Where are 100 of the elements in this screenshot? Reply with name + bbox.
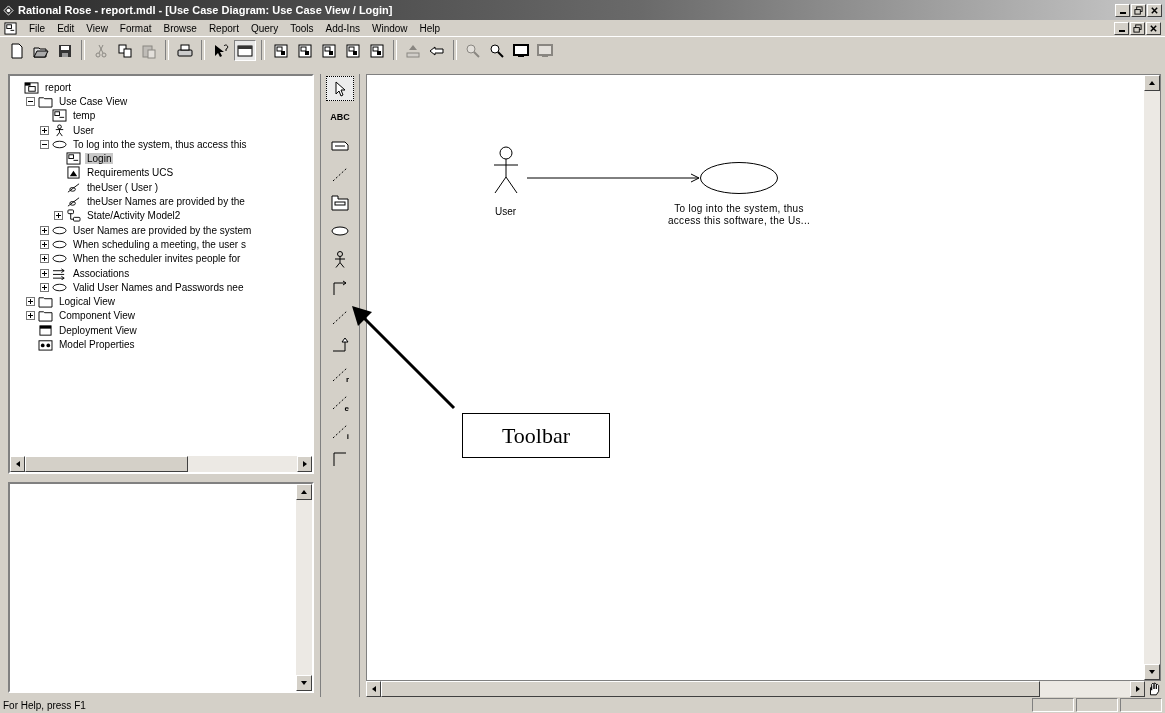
scroll-button[interactable] bbox=[1144, 664, 1160, 680]
folder-icon bbox=[38, 94, 53, 108]
tree-item[interactable]: report bbox=[43, 81, 74, 93]
use-case-oval[interactable] bbox=[699, 161, 779, 195]
documentation-field[interactable] bbox=[8, 482, 314, 693]
document-menu-icon[interactable] bbox=[4, 21, 17, 35]
tool-button[interactable] bbox=[326, 76, 354, 101]
vertical-scrollbar[interactable] bbox=[1144, 75, 1160, 680]
scroll-button[interactable] bbox=[1144, 75, 1160, 91]
triangle-right-icon bbox=[1134, 686, 1141, 692]
hand-icon[interactable] bbox=[1147, 682, 1161, 696]
tree-item[interactable]: Login bbox=[85, 153, 114, 165]
menu-item[interactable]: Report bbox=[202, 22, 245, 34]
horizontal-scrollbar[interactable] bbox=[366, 681, 1161, 697]
window-icon bbox=[38, 323, 53, 337]
monitor-icon bbox=[537, 42, 553, 59]
minimize-button[interactable] bbox=[1114, 21, 1129, 35]
tree-item[interactable]: State/Activity Model2 bbox=[85, 210, 183, 222]
close-icon bbox=[1150, 5, 1159, 15]
tree-item[interactable]: Deployment View bbox=[57, 324, 139, 336]
scroll-button[interactable] bbox=[10, 456, 25, 472]
expand-toggle[interactable] bbox=[54, 211, 63, 221]
close-button[interactable] bbox=[1146, 21, 1161, 35]
menu-item[interactable]: Edit bbox=[51, 22, 81, 34]
triangle-right-icon bbox=[301, 461, 308, 467]
menu-item[interactable]: Format bbox=[113, 22, 158, 34]
folder-icon bbox=[330, 192, 350, 213]
tree-item[interactable]: Use Case View bbox=[57, 95, 130, 107]
menu-item[interactable]: Help bbox=[413, 22, 447, 34]
magnifier-icon bbox=[489, 42, 505, 59]
triangle-left-icon bbox=[370, 686, 377, 692]
triangle-down-icon bbox=[1149, 669, 1155, 675]
folder-icon bbox=[38, 309, 53, 323]
triangle-down-icon bbox=[301, 680, 307, 686]
tree-item[interactable]: theUser ( User ) bbox=[85, 181, 161, 193]
menu-item[interactable]: Query bbox=[244, 22, 285, 34]
tree-item[interactable]: theUser Names are provided by the bbox=[85, 196, 247, 207]
help-pointer-icon bbox=[213, 42, 229, 59]
expand-toggle[interactable] bbox=[26, 311, 35, 321]
tree-item[interactable]: Associations bbox=[71, 267, 132, 279]
tree-item[interactable]: Valid User Names and Passwords nee bbox=[71, 281, 246, 293]
callout-label: Toolbar bbox=[462, 413, 610, 458]
restore-icon bbox=[1134, 5, 1143, 15]
scroll-button[interactable] bbox=[297, 456, 312, 472]
collapse-toggle[interactable] bbox=[40, 139, 49, 149]
document-icon bbox=[66, 166, 81, 180]
tree-item[interactable]: When the scheduler invites people for bbox=[71, 253, 243, 265]
close-icon bbox=[1149, 23, 1158, 33]
folder-icon bbox=[38, 295, 53, 309]
actor-label: User bbox=[495, 206, 517, 217]
expand-toggle[interactable] bbox=[40, 225, 49, 235]
monitor-icon bbox=[513, 42, 529, 59]
menu-item[interactable]: Add-Ins bbox=[319, 22, 366, 34]
vertical-scrollbar[interactable] bbox=[296, 484, 312, 691]
tree-item[interactable]: To log into the system, thus access this bbox=[71, 138, 249, 150]
tree-item[interactable]: User bbox=[71, 124, 97, 136]
printer-icon bbox=[177, 42, 193, 59]
toolbar-button[interactable] bbox=[234, 40, 256, 61]
collapse-toggle[interactable] bbox=[26, 96, 35, 106]
scroll-button[interactable] bbox=[296, 484, 312, 500]
expand-toggle[interactable] bbox=[40, 239, 49, 249]
menu-item[interactable]: Browse bbox=[157, 22, 203, 34]
triangle-up-icon bbox=[1149, 80, 1155, 86]
scroll-button[interactable] bbox=[1130, 681, 1145, 697]
association-arrow[interactable] bbox=[527, 172, 701, 184]
rose-icon bbox=[3, 4, 14, 16]
minimize-button[interactable] bbox=[1115, 3, 1130, 17]
expand-toggle[interactable] bbox=[26, 297, 35, 307]
scroll-button[interactable] bbox=[366, 681, 381, 697]
close-button[interactable] bbox=[1147, 3, 1162, 17]
tree-item[interactable]: When scheduling a meeting, the user s bbox=[71, 238, 248, 250]
triangle-up-icon bbox=[301, 489, 307, 495]
status-panel bbox=[1120, 698, 1162, 712]
status-panel bbox=[1032, 698, 1074, 712]
use-case-label: To log into the system, thus access this software, the Us... bbox=[666, 203, 812, 227]
tree-item[interactable]: Requirements UCS bbox=[85, 167, 176, 179]
copy-icon bbox=[117, 42, 133, 59]
horizontal-scrollbar[interactable] bbox=[10, 456, 312, 472]
expand-toggle[interactable] bbox=[40, 254, 49, 264]
menu-item[interactable]: File bbox=[23, 22, 52, 34]
link-icon bbox=[66, 195, 81, 208]
menu-item[interactable]: Tools bbox=[284, 22, 320, 34]
window-title: Rational Rose - report.mdl - [Use Case Diagram: Use Case View / Login] bbox=[18, 4, 394, 16]
expand-toggle[interactable] bbox=[40, 125, 49, 135]
status-text: For Help, press F1 bbox=[3, 699, 86, 711]
link-icon bbox=[66, 180, 81, 194]
tree-item[interactable]: Logical View bbox=[57, 296, 117, 308]
expand-toggle[interactable] bbox=[40, 268, 49, 278]
menu-item[interactable]: View bbox=[80, 22, 114, 34]
scroll-button[interactable] bbox=[296, 675, 312, 691]
clipboard-icon bbox=[141, 42, 157, 59]
tree-item[interactable]: User Names are provided by the system bbox=[71, 224, 254, 236]
menu-item[interactable]: Window bbox=[365, 22, 414, 34]
restore-button[interactable] bbox=[1131, 3, 1146, 17]
tree-item[interactable]: Component View bbox=[57, 310, 137, 322]
tree-item[interactable]: temp bbox=[71, 110, 98, 122]
restore-button[interactable] bbox=[1130, 21, 1145, 35]
tree-item[interactable]: Model Properties bbox=[57, 339, 137, 350]
expand-toggle[interactable] bbox=[40, 282, 49, 292]
corner-line-icon bbox=[330, 335, 350, 355]
